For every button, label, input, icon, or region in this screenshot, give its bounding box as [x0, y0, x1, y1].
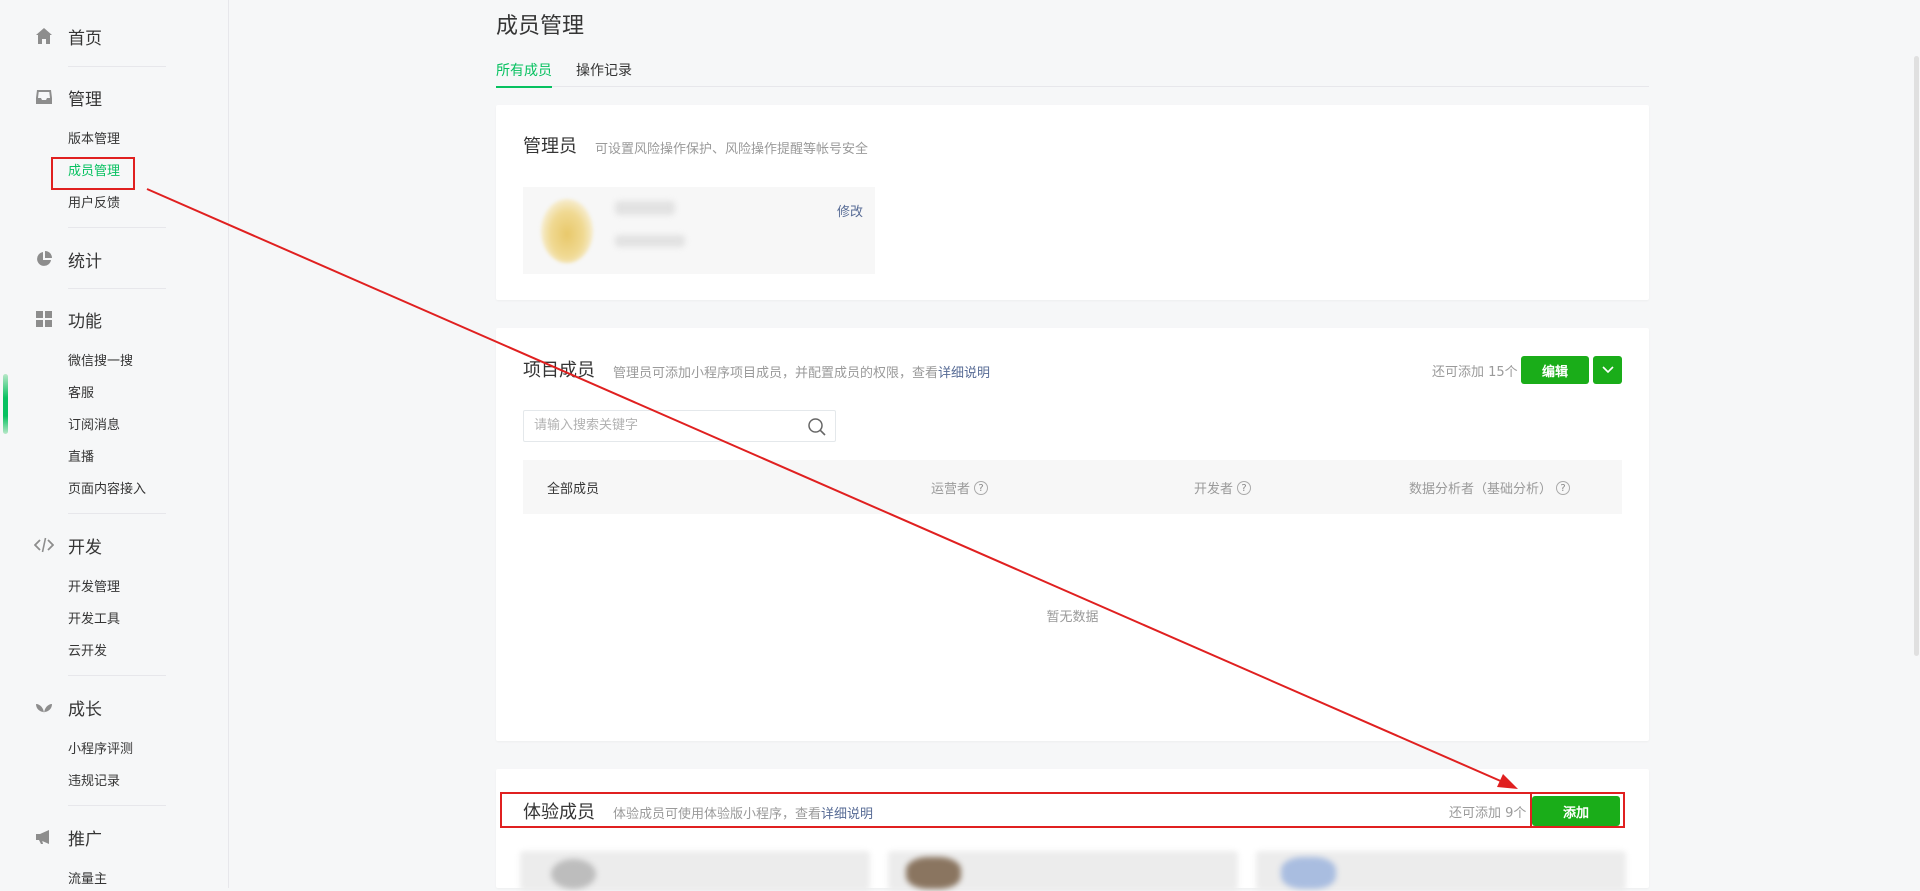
edit-dropdown-button[interactable]	[1593, 356, 1622, 384]
page-title: 成员管理	[496, 14, 585, 39]
nav-promote[interactable]: 推广	[34, 822, 102, 852]
column-label: 全部成员	[547, 482, 600, 497]
nav-features-label: 功能	[68, 311, 102, 332]
sidebar-item-page-content[interactable]: 页面内容接入	[68, 480, 146, 500]
sidebar-item-traffic[interactable]: 流量主	[68, 870, 107, 890]
admin-title: 管理员	[523, 136, 577, 157]
avatar	[541, 199, 593, 263]
members-table-header: 全部成员 运营者? 开发者? 数据分析者（基础分析）?	[523, 460, 1622, 514]
column-analyst: 数据分析者（基础分析）?	[1409, 478, 1571, 497]
admin-info: 修改	[523, 187, 875, 274]
desc-text: 管理员可添加小程序项目成员，并配置成员的权限，查看	[613, 366, 939, 381]
nav-manage-label: 管理	[68, 89, 102, 110]
sidebar-item-violations[interactable]: 违规记录	[68, 772, 120, 792]
nav-manage[interactable]: 管理	[34, 82, 102, 112]
blurred-avatar	[906, 857, 961, 889]
sidebar-item-service[interactable]: 客服	[68, 384, 94, 404]
sprout-icon	[34, 697, 54, 717]
tab-all-members[interactable]: 所有成员	[496, 60, 552, 88]
blurred-avatar	[551, 859, 596, 889]
divider	[68, 675, 166, 676]
help-icon[interactable]: ?	[974, 480, 989, 495]
column-label: 数据分析者（基础分析）	[1409, 482, 1553, 497]
nav-dev[interactable]: 开发	[34, 530, 102, 560]
project-members-title: 项目成员	[523, 360, 595, 381]
admin-desc: 可设置风险操作保护、风险操作提醒等帐号安全	[595, 142, 869, 157]
column-label: 运营者	[931, 482, 971, 497]
nav-dev-label: 开发	[68, 537, 102, 558]
sidebar-item-live[interactable]: 直播	[68, 448, 94, 468]
divider	[68, 66, 166, 67]
help-icon[interactable]: ?	[1237, 480, 1252, 495]
nav-growth[interactable]: 成长	[34, 692, 102, 722]
search-field	[523, 410, 836, 442]
column-all-members[interactable]: 全部成员	[547, 478, 599, 497]
nav-stats[interactable]: 统计	[34, 244, 102, 274]
project-members-card: 项目成员 管理员可添加小程序项目成员，并配置成员的权限，查看详细说明 还可添加 …	[496, 328, 1649, 741]
sidebar-item-version[interactable]: 版本管理	[68, 130, 120, 150]
search-input[interactable]	[532, 417, 796, 434]
code-icon	[34, 535, 54, 555]
sidebar-item-members[interactable]: 成员管理	[68, 162, 120, 182]
sidebar-item-feedback[interactable]: 用户反馈	[68, 194, 120, 214]
add-button[interactable]: 添加	[1532, 796, 1620, 826]
sidebar-item-dev-tools[interactable]: 开发工具	[68, 610, 120, 630]
nav-home[interactable]: 首页	[34, 21, 102, 51]
pie-chart-icon	[34, 249, 54, 269]
inbox-icon	[34, 87, 54, 107]
nav-growth-label: 成长	[68, 699, 102, 720]
page-scrollbar[interactable]	[1914, 56, 1919, 656]
trial-quota: 还可添加 9个	[1449, 806, 1527, 821]
scroll-indicator	[3, 374, 8, 434]
sidebar-item-cloud-dev[interactable]: 云开发	[68, 642, 107, 662]
project-members-desc: 管理员可添加小程序项目成员，并配置成员的权限，查看详细说明	[613, 362, 990, 381]
divider	[68, 227, 166, 228]
edit-button[interactable]: 编辑	[1521, 356, 1589, 384]
divider	[68, 288, 166, 289]
chevron-down-icon	[1601, 363, 1614, 378]
column-label: 开发者	[1194, 482, 1234, 497]
grid-icon	[34, 309, 54, 329]
column-operator: 运营者?	[931, 478, 989, 497]
sidebar-item-dev-manage[interactable]: 开发管理	[68, 578, 120, 598]
trial-members-desc: 体验成员可使用体验版小程序，查看详细说明	[613, 803, 873, 822]
sidebar-item-subscribe[interactable]: 订阅消息	[68, 416, 120, 436]
admin-edit-link[interactable]: 修改	[837, 201, 863, 220]
nav-features[interactable]: 功能	[34, 304, 102, 334]
sidebar: 首页 管理 版本管理 成员管理 用户反馈 统计 功能 微信搜一搜 客服 订阅消息…	[0, 0, 229, 888]
home-icon	[34, 26, 54, 46]
divider	[68, 513, 166, 514]
divider	[68, 805, 166, 806]
empty-state: 暂无数据	[1046, 610, 1099, 625]
nav-home-label: 首页	[68, 28, 102, 49]
tab-operation-log[interactable]: 操作记录	[576, 60, 632, 86]
help-icon[interactable]: ?	[1556, 480, 1571, 495]
search-icon[interactable]	[807, 417, 827, 441]
project-quota: 还可添加 15个	[1432, 365, 1518, 380]
nav-stats-label: 统计	[68, 251, 102, 272]
project-details-link[interactable]: 详细说明	[938, 366, 990, 381]
sidebar-item-search[interactable]: 微信搜一搜	[68, 352, 133, 372]
blurred-id	[615, 235, 685, 247]
trial-members-card: 体验成员 体验成员可使用体验版小程序，查看详细说明 还可添加 9个 添加	[496, 769, 1649, 891]
sidebar-item-evaluation[interactable]: 小程序评测	[68, 740, 133, 760]
desc-text: 体验成员可使用体验版小程序，查看	[613, 807, 822, 822]
blurred-name	[615, 201, 675, 215]
admin-card: 管理员 可设置风险操作保护、风险操作提醒等帐号安全 修改	[496, 105, 1649, 300]
megaphone-icon	[34, 827, 54, 847]
trial-members-title: 体验成员	[523, 802, 595, 823]
trial-details-link[interactable]: 详细说明	[821, 807, 873, 822]
column-developer: 开发者?	[1194, 478, 1252, 497]
nav-promote-label: 推广	[68, 829, 102, 850]
blurred-avatar	[1281, 857, 1336, 889]
tab-bar: 所有成员 操作记录	[496, 58, 1649, 88]
